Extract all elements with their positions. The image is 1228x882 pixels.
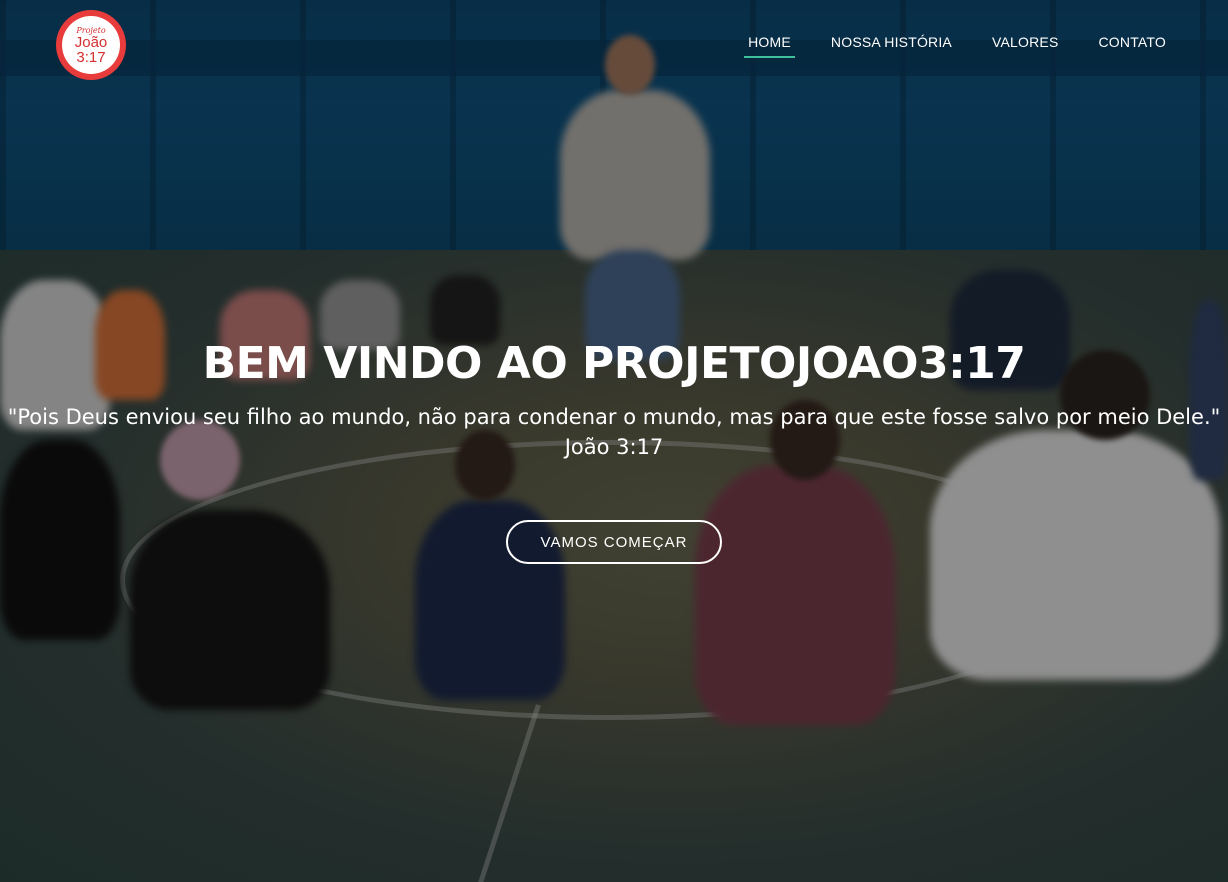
- hero-section: BEM VINDO AO PROJETOJOAO3:17 "Pois Deus …: [0, 0, 1228, 882]
- start-button[interactable]: VAMOS COMEÇAR: [506, 520, 722, 564]
- hero-title: BEM VINDO AO PROJETOJOAO3:17: [202, 338, 1026, 389]
- hero-quote: "Pois Deus enviou seu filho ao mundo, nã…: [7, 405, 1221, 459]
